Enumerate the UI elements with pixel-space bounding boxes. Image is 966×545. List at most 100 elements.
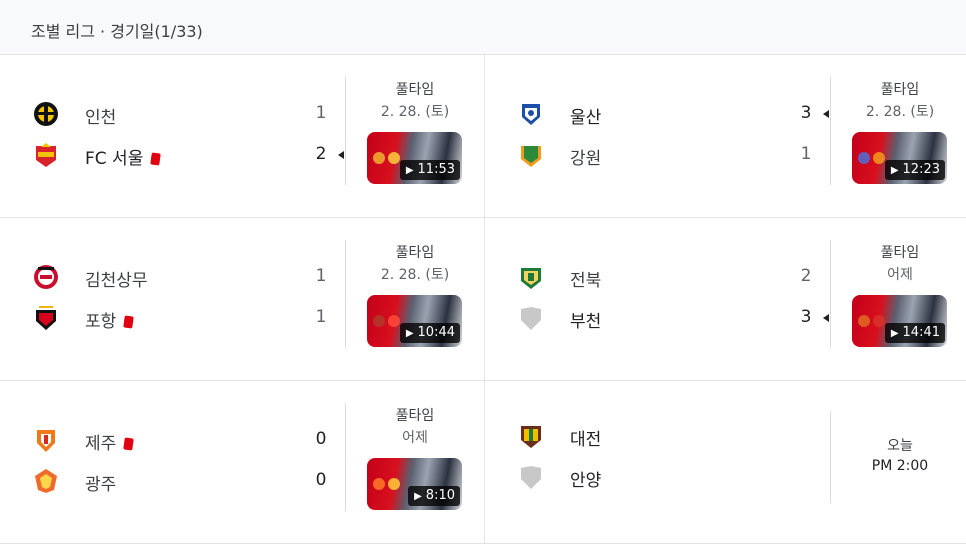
team-name: 대전 <box>570 430 602 450</box>
team-score: 3 <box>800 307 812 327</box>
red-card-icon <box>123 437 135 451</box>
team-name: 전북 <box>570 271 602 291</box>
match-date: 2. 28. (토) <box>865 104 935 120</box>
play-icon: ▶ <box>890 328 899 339</box>
team-score: 0 <box>315 429 327 449</box>
team-score: 2 <box>315 144 327 164</box>
team-badge-icon <box>388 478 400 490</box>
incheon-logo-icon <box>34 102 58 126</box>
red-card-icon <box>123 315 135 329</box>
team-shield-placeholder-icon <box>521 466 541 489</box>
team-score: 1 <box>315 103 327 123</box>
team-name: 부천 <box>570 312 602 332</box>
match-status: 풀타임 2. 28. (토) ▶ 12:23 <box>831 55 966 217</box>
team-row-home: 전북 2 <box>485 262 825 292</box>
match-card[interactable]: 대전 안양 오늘 PM 2:00 <box>485 381 966 543</box>
match-status-label: 풀타임 <box>395 245 435 261</box>
highlight-video-thumbnail[interactable]: ▶ 10:44 <box>367 295 462 347</box>
video-duration-badge: ▶ 12:23 <box>884 160 945 180</box>
team-name: 안양 <box>570 471 602 491</box>
pohang-logo-icon <box>36 306 56 330</box>
video-duration: 11:53 <box>417 162 455 177</box>
team-row-home: 대전 <box>485 421 825 451</box>
team-badge-icon <box>373 478 385 490</box>
team-badge-icon <box>388 315 400 327</box>
match-card[interactable]: 제주 0 광주 0 풀타임 어제 ▶ 8:10 <box>0 381 484 543</box>
team-shield-placeholder-icon <box>521 307 541 330</box>
header: 조별 리그 · 경기일(1/33) <box>0 0 966 55</box>
team-name-with-card: 포항 <box>85 307 135 332</box>
team-score: 1 <box>800 144 812 164</box>
gwangju-logo-icon <box>35 469 57 493</box>
red-card-icon <box>150 152 162 166</box>
team-badge-icon <box>873 315 885 327</box>
team-score: 1 <box>315 266 327 286</box>
winner-arrow-icon <box>823 314 829 322</box>
match-date: 2. 28. (토) <box>380 267 450 283</box>
team-row-away: 강원 1 <box>485 140 825 170</box>
team-badge-icon <box>373 152 385 164</box>
match-date: 2. 28. (토) <box>380 104 450 120</box>
match-status: 풀타임 2. 28. (토) ▶ 11:53 <box>346 55 484 217</box>
highlight-video-thumbnail[interactable]: ▶ 12:23 <box>852 132 947 184</box>
team-name: 광주 <box>85 475 117 495</box>
match-card[interactable]: 전북 2 부천 3 풀타임 어제 ▶ 14:41 <box>485 218 966 380</box>
team-row-home: 제주 0 <box>0 425 340 455</box>
page-title: 조별 리그 · 경기일(1/33) <box>31 22 203 41</box>
play-icon: ▶ <box>890 165 899 176</box>
gangwon-logo-icon <box>521 146 541 167</box>
team-row-away: FC 서울 2 <box>0 140 344 170</box>
play-icon: ▶ <box>405 165 414 176</box>
team-name-with-card: 제주 <box>85 429 135 454</box>
team-score: 2 <box>800 266 812 286</box>
match-date: 어제 <box>887 267 913 283</box>
team-name: 제주 <box>85 434 117 454</box>
match-status-label: 풀타임 <box>395 82 435 98</box>
team-name: 김천상무 <box>85 271 148 291</box>
highlight-video-thumbnail[interactable]: ▶ 8:10 <box>367 458 462 510</box>
match-time: PM 2:00 <box>871 458 929 474</box>
video-duration-badge: ▶ 10:44 <box>399 323 460 343</box>
jeonbuk-logo-icon <box>521 268 541 289</box>
team-badge-icon <box>858 315 870 327</box>
winner-arrow-icon <box>338 151 344 159</box>
video-duration-badge: ▶ 14:41 <box>884 323 945 343</box>
highlight-video-thumbnail[interactable]: ▶ 11:53 <box>367 132 462 184</box>
row-divider <box>0 543 966 544</box>
match-status-label: 풀타임 <box>880 82 920 98</box>
team-badge-icon <box>373 315 385 327</box>
video-duration: 14:41 <box>902 325 940 340</box>
video-duration-badge: ▶ 8:10 <box>408 486 460 506</box>
match-grid: 인천 1 FC 서울 2 풀타임 2. 28. (토) ▶ 11:53 울산 3… <box>0 55 966 545</box>
match-status: 풀타임 어제 ▶ 14:41 <box>831 218 966 380</box>
team-score: 0 <box>315 470 327 490</box>
team-name-with-card: FC 서울 <box>85 144 162 169</box>
team-name: 울산 <box>570 108 602 128</box>
match-status-label: 풀타임 <box>395 408 435 424</box>
match-card[interactable]: 울산 3 강원 1 풀타임 2. 28. (토) ▶ 12:23 <box>485 55 966 217</box>
team-badge-icon <box>388 152 400 164</box>
highlight-video-thumbnail[interactable]: ▶ 14:41 <box>852 295 947 347</box>
team-name: FC 서울 <box>85 149 144 169</box>
video-duration-badge: ▶ 11:53 <box>399 160 460 180</box>
team-name: 강원 <box>570 149 602 169</box>
team-row-home: 김천상무 1 <box>0 262 340 292</box>
team-name: 포항 <box>85 312 117 332</box>
team-row-away: 안양 <box>485 462 825 492</box>
jeju-logo-icon <box>37 430 55 452</box>
match-card[interactable]: 김천상무 1 포항 1 풀타임 2. 28. (토) ▶ 10:44 <box>0 218 484 380</box>
video-duration: 8:10 <box>425 488 455 503</box>
team-badge-icon <box>873 152 885 164</box>
match-date: 어제 <box>402 430 428 446</box>
fc-seoul-logo-icon <box>36 143 56 167</box>
team-row-away: 광주 0 <box>0 466 340 496</box>
team-score: 3 <box>800 103 812 123</box>
match-card[interactable]: 인천 1 FC 서울 2 풀타임 2. 28. (토) ▶ 11:53 <box>0 55 484 217</box>
team-row-home: 울산 3 <box>485 99 829 129</box>
ulsan-logo-icon <box>522 104 540 125</box>
play-icon: ▶ <box>405 328 414 339</box>
daejeon-logo-icon <box>521 426 541 448</box>
team-row-away: 부천 3 <box>485 303 829 333</box>
match-status: 풀타임 어제 ▶ 8:10 <box>346 381 484 543</box>
gimcheon-logo-icon <box>34 265 58 289</box>
